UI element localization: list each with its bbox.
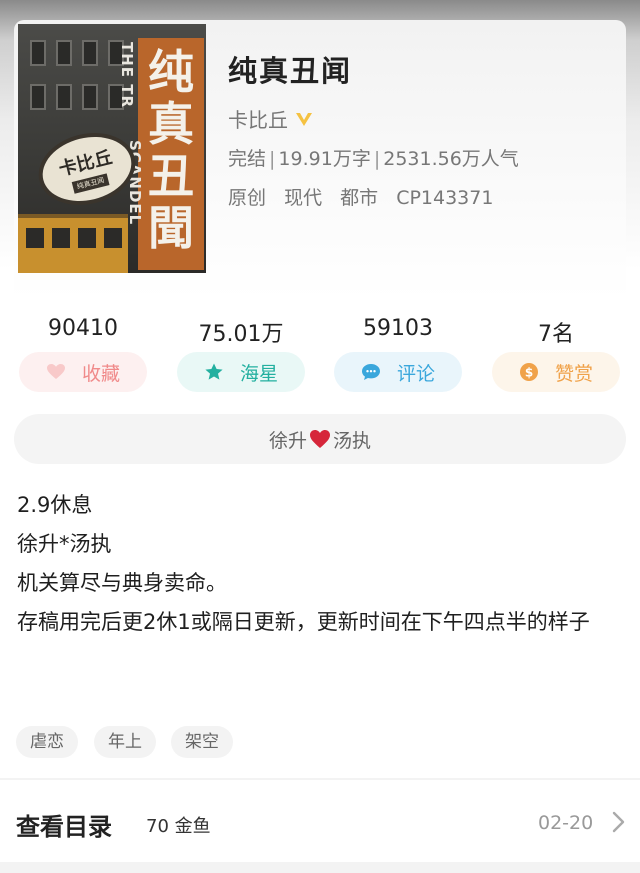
book-meta: 完结 | 19.91万字 | 2531.56万人气	[228, 148, 519, 170]
svg-text:$: $	[525, 366, 533, 380]
author-name[interactable]: 卡比丘	[228, 104, 288, 133]
vip-badge-icon	[296, 112, 312, 126]
cover-title-char: 丑	[148, 149, 194, 203]
catalog-price: 70 金鱼	[146, 816, 211, 837]
favorites-count: 90410	[48, 316, 118, 341]
cover-title-char: 真	[148, 97, 194, 151]
cover-window	[82, 40, 98, 66]
description-line: 徐升*汤执	[17, 532, 112, 556]
popularity: 2531.56万人气	[383, 148, 519, 170]
catalog-update-date: 02-20	[538, 812, 594, 834]
chat-bubble-icon	[361, 364, 380, 380]
star-button[interactable]: 海星	[177, 352, 305, 392]
cover-title-char: 聞	[148, 201, 194, 255]
category-tag[interactable]: 现代	[284, 187, 322, 209]
description-line: 机关算尽与典身卖命。	[17, 571, 227, 595]
tag-chip[interactable]: 架空	[171, 726, 233, 758]
catalog-row[interactable]: 查看目录 70 金鱼 02-20	[0, 780, 640, 862]
description-line: 2.9休息	[17, 493, 93, 517]
book-status: 完结	[228, 148, 267, 170]
tram-window	[26, 228, 44, 248]
cover-window	[30, 84, 46, 110]
chevron-right-icon	[612, 811, 625, 833]
cover-window	[56, 40, 72, 66]
bottom-spacer	[0, 862, 640, 873]
catalog-label: 查看目录	[16, 813, 112, 841]
reward-count: 7名	[538, 322, 574, 347]
tram-window	[104, 228, 122, 248]
stars-count: 75.01万	[198, 322, 284, 347]
reward-label: 赞赏	[554, 362, 593, 385]
cover-title: 纯 真 丑 聞	[142, 46, 200, 254]
comment-button[interactable]: 评论	[334, 352, 462, 392]
tram-window	[78, 228, 96, 248]
cover-window	[30, 40, 46, 66]
book-description: 2.9休息 徐升*汤执 机关算尽与典身卖命。 存稿用完后更2休1或隔日更新，更新…	[17, 486, 627, 642]
cp-left: 徐升	[268, 429, 307, 452]
cover-title-char: 纯	[148, 45, 194, 99]
cover-english-title-left: THE TR	[118, 42, 136, 109]
tag-chip[interactable]: 年上	[94, 726, 156, 758]
cover-window	[82, 84, 98, 110]
favorite-button[interactable]: 收藏	[19, 352, 147, 392]
category-tag[interactable]: CP143371	[396, 187, 493, 209]
book-title: 纯真丑闻	[228, 54, 353, 88]
tram-window	[52, 228, 70, 248]
favorite-label: 收藏	[81, 362, 120, 385]
description-line: 存稿用完后更2休1或隔日更新，更新时间在下午四点半的样子	[17, 610, 590, 634]
book-cover[interactable]: THE TR 纯 真 丑 聞 SCANDEL 卡比丘 纯真丑闻	[18, 24, 206, 273]
reward-button[interactable]: $ 赞赏	[492, 352, 620, 392]
cp-right: 汤执	[333, 429, 372, 452]
star-icon	[205, 363, 223, 380]
cover-tram	[18, 214, 128, 273]
author-row[interactable]: 卡比丘	[228, 104, 314, 133]
heart-icon	[310, 430, 330, 448]
cover-window	[56, 84, 72, 110]
coin-icon: $	[519, 363, 538, 381]
category-tag[interactable]: 原创	[228, 187, 266, 209]
book-category-tags: 原创 现代 都市 CP143371	[228, 183, 505, 210]
comment-label: 评论	[396, 362, 435, 385]
comments-count: 59103	[363, 316, 433, 341]
cp-pairing-bar[interactable]: 徐升 汤执	[14, 414, 626, 464]
star-label: 海星	[239, 362, 278, 385]
tag-chip[interactable]: 虐恋	[16, 726, 78, 758]
heart-icon	[46, 364, 65, 379]
category-tag[interactable]: 都市	[340, 187, 378, 209]
word-count: 19.91万字	[278, 148, 371, 170]
